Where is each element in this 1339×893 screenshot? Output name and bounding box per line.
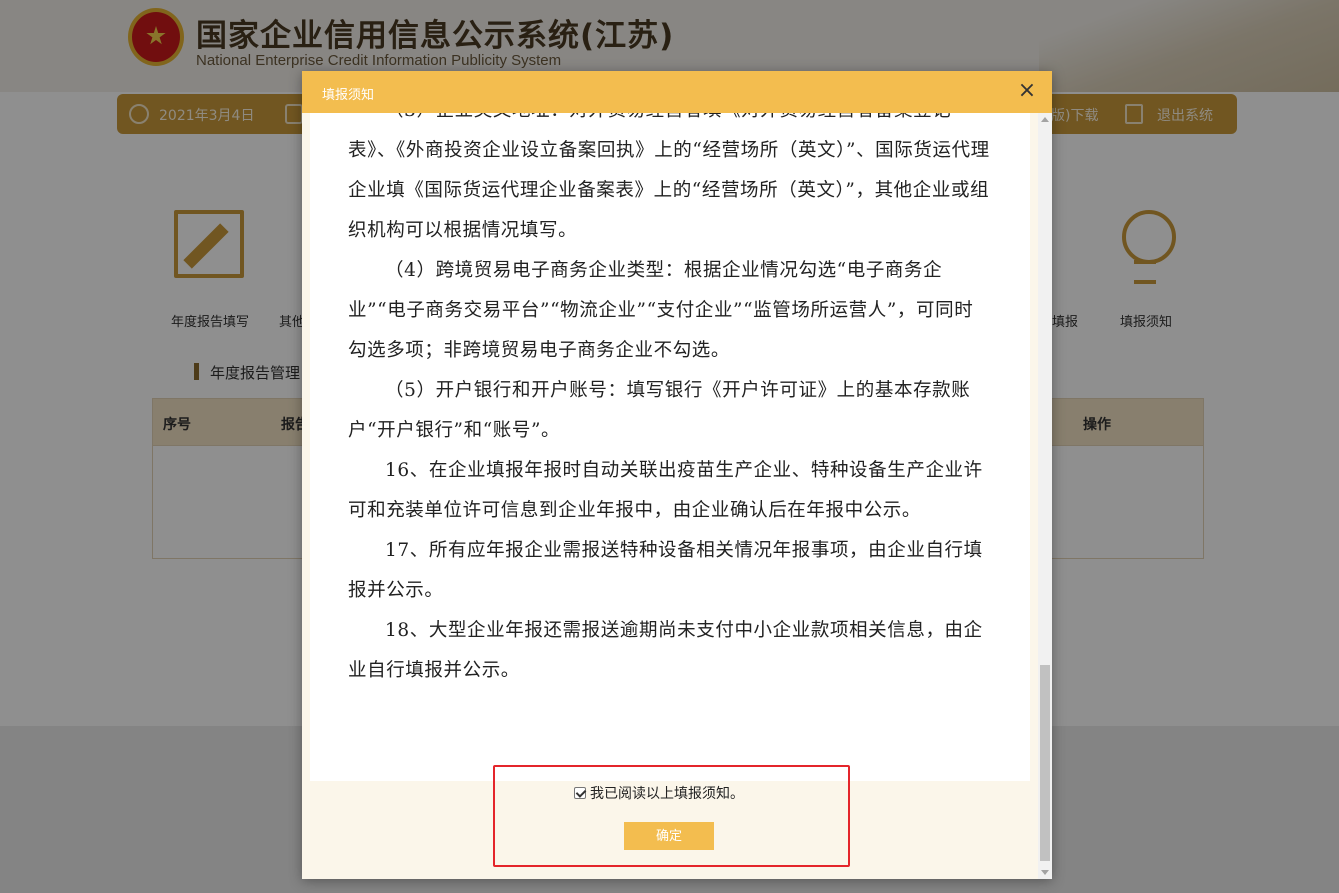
notice-text: （3）企业英文地址：对外贸易经营者填《对外贸易经营者备案登记表》、《外商投资企业…: [348, 113, 990, 691]
notice-paragraph: （3）企业英文地址：对外贸易经营者填《对外贸易经营者备案登记表》、《外商投资企业…: [348, 113, 990, 241]
dialog-content[interactable]: （3）企业英文地址：对外贸易经营者填《对外贸易经营者备案登记表》、《外商投资企业…: [310, 113, 1030, 781]
scroll-down-icon[interactable]: [1041, 870, 1049, 875]
notice-paragraph: 16、在企业填报年报时自动关联出疫苗生产企业、特种设备生产企业许可和充装单位许可…: [348, 460, 983, 521]
agree-row[interactable]: 我已阅读以上填报须知。: [574, 783, 744, 803]
dialog-title: 填报须知: [322, 88, 375, 103]
agree-checkbox[interactable]: [574, 787, 586, 799]
dialog-scrollbar[interactable]: [1038, 113, 1052, 879]
scroll-up-icon[interactable]: [1041, 117, 1049, 122]
dialog-header: 填报须知 ×: [302, 71, 1052, 113]
scrollbar-thumb[interactable]: [1040, 665, 1050, 861]
confirm-button[interactable]: 确定: [624, 822, 714, 850]
close-icon[interactable]: ×: [1016, 80, 1038, 102]
notice-paragraph: 18、大型企业年报还需报送逾期尚未支付中小企业款项相关信息，由企业自行填报并公示…: [348, 620, 983, 681]
notice-dialog: 填报须知 × （3）企业英文地址：对外贸易经营者填《对外贸易经营者备案登记表》、…: [302, 71, 1052, 879]
agree-label[interactable]: 我已阅读以上填报须知。: [590, 783, 744, 803]
notice-paragraph: （4）跨境贸易电子商务企业类型：根据企业情况勾选“电子商务企业”“电子商务交易平…: [348, 260, 974, 361]
highlight-box: [493, 765, 850, 867]
notice-paragraph: （5）开户银行和开户账号：填写银行《开户许可证》上的基本存款账户“开户银行”和“…: [348, 380, 971, 441]
notice-paragraph: 17、所有应年报企业需报送特种设备相关情况年报事项，由企业自行填报并公示。: [348, 540, 983, 601]
